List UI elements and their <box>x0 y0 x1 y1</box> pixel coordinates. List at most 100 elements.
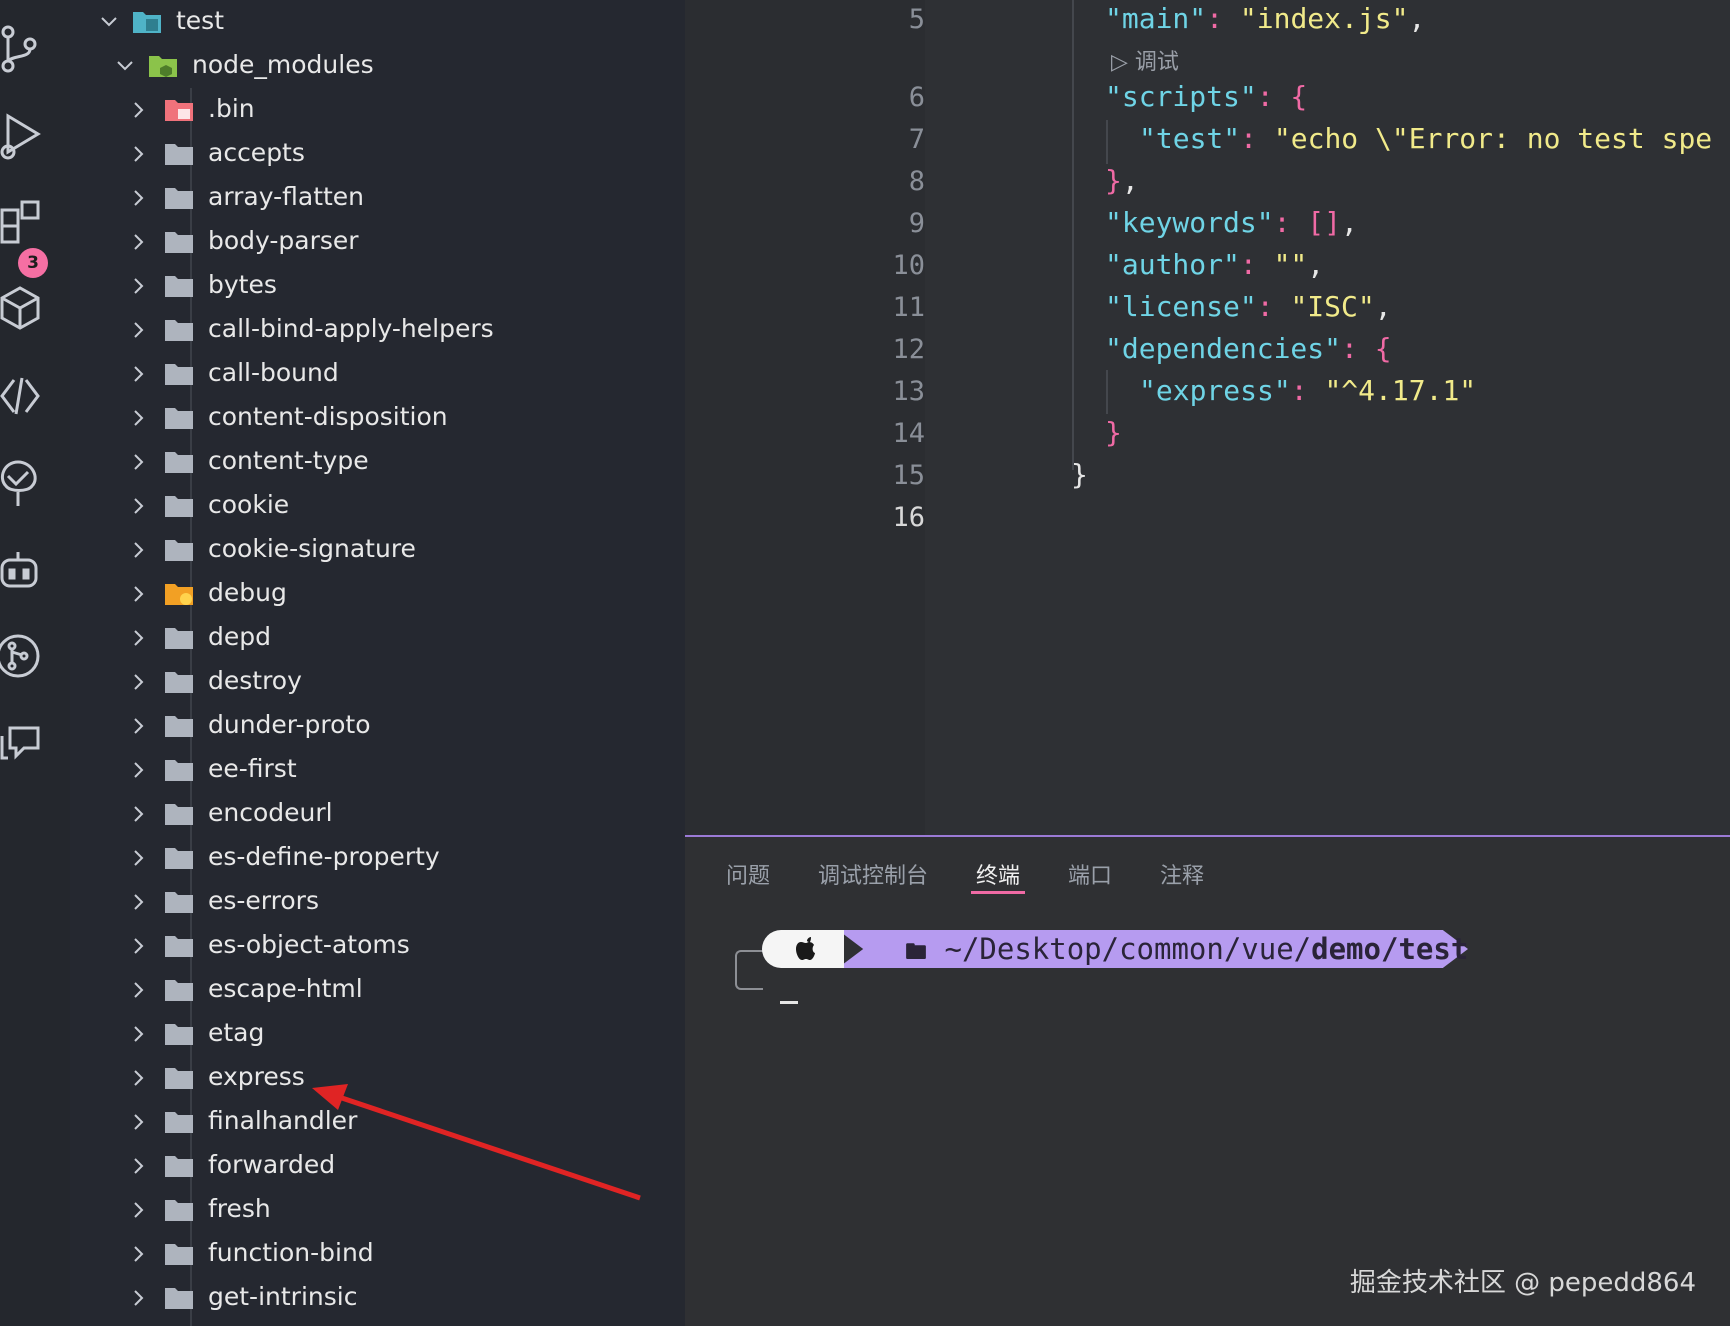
tab-ports[interactable]: 端口 <box>1068 858 1112 890</box>
active-tab-indicator <box>971 891 1025 894</box>
tree-item[interactable]: escape-html <box>70 968 670 1012</box>
run-debug-icon[interactable] <box>0 110 56 166</box>
folder-icon: 🖿 <box>905 940 928 965</box>
folder-icon <box>164 977 194 1003</box>
tree-label: content-type <box>208 446 369 475</box>
tree-item[interactable]: body-parser <box>70 220 670 264</box>
code-line-10: "author": "", <box>1105 248 1325 281</box>
tree-item[interactable]: etag <box>70 1012 670 1056</box>
tree-item[interactable]: accepts <box>70 132 670 176</box>
folder-icon <box>164 537 194 563</box>
tree-label: es-define-property <box>208 842 440 871</box>
terminal-cursor <box>780 1001 798 1004</box>
package-box-icon[interactable] <box>0 282 56 338</box>
explorer-sidebar: test node_modules .bin accepts array-flatt… <box>70 0 755 1326</box>
code-line-5: "main": "index.js", <box>1105 2 1426 35</box>
tree-item[interactable]: get-intrinsic <box>70 1276 670 1320</box>
copilot-robot-icon[interactable] <box>0 544 56 600</box>
tree-item[interactable]: cookie <box>70 484 670 528</box>
tree-label: forwarded <box>208 1150 336 1179</box>
tree-item[interactable]: encodeurl <box>70 792 670 836</box>
comments-icon[interactable] <box>0 718 56 774</box>
tree-label: content-disposition <box>208 402 448 431</box>
line-number: 15 <box>892 460 925 491</box>
chevron-right-icon <box>130 1157 148 1175</box>
folder-icon <box>164 141 194 167</box>
tree-item[interactable]: array-flatten <box>70 176 670 220</box>
tree-label: finalhandler <box>208 1106 358 1135</box>
tree-item[interactable]: content-type <box>70 440 670 484</box>
chevron-right-icon <box>130 497 148 515</box>
tab-comments[interactable]: 注释 <box>1160 858 1204 890</box>
tree-item[interactable]: finalhandler <box>70 1100 670 1144</box>
folder-icon <box>164 361 194 387</box>
prompt-path: 🖿 ~/Desktop/common/vue/demo/test <box>905 930 1468 968</box>
tab-debug-console[interactable]: 调试控制台 <box>818 858 928 890</box>
tree-item[interactable]: depd <box>70 616 670 660</box>
tree-label: encodeurl <box>208 798 333 827</box>
tree-item[interactable]: bytes <box>70 264 670 308</box>
codelens-debug[interactable]: ▷ 调试 <box>1111 44 1179 76</box>
chevron-right-icon <box>130 541 148 559</box>
line-number: 5 <box>908 4 925 35</box>
tree-item[interactable]: es-define-property <box>70 836 670 880</box>
tree-item[interactable]: cookie-signature <box>70 528 670 572</box>
folder-icon <box>164 317 194 343</box>
folder-icon <box>164 933 194 959</box>
chevron-right-icon <box>130 673 148 691</box>
code-editor[interactable]: 5 6 7 8 9 10 11 12 13 14 15 16 "main": "index.js", … <box>685 0 1730 835</box>
code-brackets-icon[interactable] <box>0 370 56 426</box>
extensions-icon[interactable] <box>0 196 56 252</box>
chevron-right-icon <box>130 585 148 603</box>
prompt-path-current: demo/test <box>1311 932 1469 966</box>
tree-item[interactable]: .bin <box>70 88 670 132</box>
line-number: 10 <box>892 250 925 281</box>
chevron-right-icon <box>130 277 148 295</box>
chevron-right-icon <box>130 629 148 647</box>
tree-item[interactable]: fresh <box>70 1188 670 1232</box>
tab-terminal[interactable]: 终端 <box>976 858 1020 890</box>
tree-label: call-bind-apply-helpers <box>208 314 494 343</box>
tree-item[interactable]: ee-first <box>70 748 670 792</box>
tree-item[interactable]: function-bind <box>70 1232 670 1276</box>
tree-item[interactable]: forwarded <box>70 1144 670 1188</box>
folder-icon <box>164 801 194 827</box>
tree-item[interactable]: es-object-atoms <box>70 924 670 968</box>
chevron-right-icon <box>130 981 148 999</box>
source-control-icon[interactable] <box>0 22 56 78</box>
tree-item[interactable]: express <box>70 1056 670 1100</box>
line-number: 14 <box>892 418 925 449</box>
tree-item[interactable]: destroy <box>70 660 670 704</box>
tree-item[interactable]: content-disposition <box>70 396 670 440</box>
tree-label: es-object-atoms <box>208 930 410 959</box>
tree-folder-node-modules[interactable]: node_modules <box>70 44 670 88</box>
chevron-right-icon <box>130 145 148 163</box>
tree-folder-test[interactable]: test <box>70 0 670 44</box>
folder-icon <box>164 1197 194 1223</box>
test-folder-icon <box>132 9 162 35</box>
line-number: 7 <box>908 124 925 155</box>
tree-label: body-parser <box>208 226 359 255</box>
folder-icon <box>164 1285 194 1311</box>
bottom-panel <box>685 835 1730 1326</box>
bin-folder-icon <box>164 97 194 123</box>
chevron-right-icon <box>130 233 148 251</box>
tree-label: es-errors <box>208 886 319 915</box>
folder-icon <box>164 1241 194 1267</box>
folder-icon <box>164 185 194 211</box>
tree-item[interactable]: es-errors <box>70 880 670 924</box>
panel-border <box>685 835 1730 837</box>
test-tree-icon[interactable] <box>0 456 56 512</box>
tree-item[interactable]: call-bound <box>70 352 670 396</box>
tree-item[interactable]: call-bind-apply-helpers <box>70 308 670 352</box>
tree-label: accepts <box>208 138 305 167</box>
chevron-right-icon <box>130 805 148 823</box>
chevron-right-icon <box>130 893 148 911</box>
tree-item[interactable]: debug <box>70 572 670 616</box>
git-graph-icon[interactable] <box>0 630 56 686</box>
tree-item[interactable]: dunder-proto <box>70 704 670 748</box>
chevron-right-icon <box>130 1069 148 1087</box>
tree-label: dunder-proto <box>208 710 371 739</box>
tree-label: depd <box>208 622 271 651</box>
tab-problems[interactable]: 问题 <box>726 858 770 890</box>
